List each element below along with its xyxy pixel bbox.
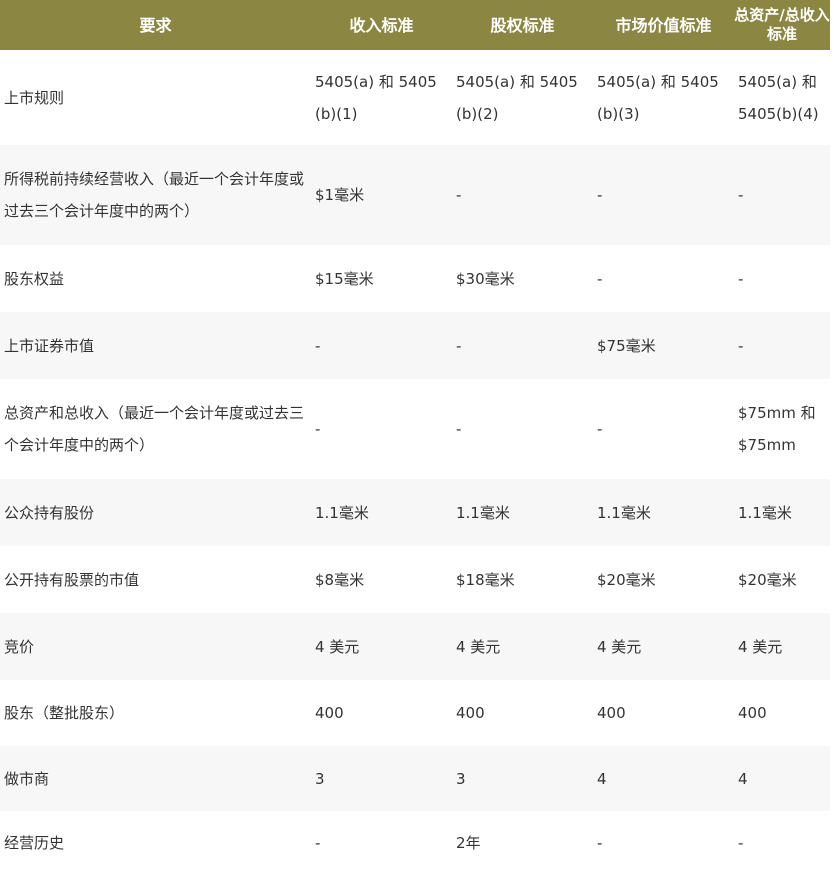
- header-market-value-standard: 市场价值标准: [615, 15, 712, 35]
- table-cell: $15毫米: [315, 269, 374, 288]
- table-cell: $75mm 和 $75mm: [738, 404, 816, 454]
- table-cell: 1.1毫米: [315, 503, 369, 522]
- header-requirement: 要求: [139, 15, 172, 35]
- table-cell: -: [315, 834, 321, 852]
- table-cell: $18毫米: [456, 570, 515, 589]
- table-row: 竞价 4 美元 4 美元 4 美元 4 美元: [0, 613, 830, 680]
- row-label: 股东权益: [4, 269, 65, 288]
- table-cell: -: [738, 834, 744, 852]
- table-row: 上市规则 5405(a) 和 5405(b)(1) 5405(a) 和 5405…: [0, 50, 830, 145]
- table-cell: 5405(a) 和 5405(b)(3): [597, 72, 719, 123]
- table-cell: 4: [738, 769, 748, 788]
- table-cell: -: [597, 420, 603, 438]
- row-label: 上市证券市值: [4, 336, 95, 355]
- header-row: 要求 收入标准 股权标准 市场价值标准 总资产/总收入标准: [0, 0, 830, 50]
- table-cell: 4 美元: [738, 637, 783, 656]
- table-cell: -: [597, 834, 603, 852]
- listing-requirements-table: 要求 收入标准 股权标准 市场价值标准 总资产/总收入标准 上市规则 5405(…: [0, 0, 830, 875]
- row-label: 总资产和总收入（最近一个会计年度或过去三个会计年度中的两个）: [4, 404, 305, 454]
- header-income-standard: 收入标准: [349, 15, 414, 35]
- table-cell: -: [456, 336, 462, 355]
- table-cell: 400: [738, 704, 767, 722]
- row-label: 上市规则: [4, 88, 65, 107]
- table-cell: 400: [597, 704, 626, 722]
- table-row: 所得税前持续经营收入（最近一个会计年度或过去三个会计年度中的两个） $1毫米 -…: [0, 145, 830, 245]
- table-cell: 400: [456, 704, 485, 722]
- table-cell: 5405(a) 和 5405(b)(4): [738, 72, 819, 123]
- table-cell: $20毫米: [597, 570, 656, 589]
- table-cell: 1.1毫米: [456, 503, 510, 522]
- table-cell: 4 美元: [597, 637, 642, 656]
- table-row: 上市证券市值 - - $75毫米 -: [0, 312, 830, 379]
- table-cell: -: [456, 420, 462, 438]
- row-label: 做市商: [4, 769, 50, 788]
- row-label: 公开持有股票的市值: [4, 570, 140, 589]
- table-cell: 1.1毫米: [738, 503, 792, 522]
- table-row: 股东权益 $15毫米 $30毫米 - -: [0, 245, 830, 312]
- table-row: 经营历史 - 2年 - -: [0, 811, 830, 875]
- table-cell: $1毫米: [315, 186, 365, 204]
- row-label: 公众持有股份: [4, 503, 95, 522]
- table-cell: -: [597, 186, 603, 204]
- table-cell: $75毫米: [597, 336, 656, 355]
- table-header: 要求 收入标准 股权标准 市场价值标准 总资产/总收入标准: [0, 0, 830, 50]
- table-cell: -: [597, 269, 603, 288]
- row-label: 股东（整批股东）: [4, 704, 125, 722]
- table-cell: -: [315, 420, 321, 438]
- table-cell: 2年: [456, 834, 481, 852]
- table-cell: 4 美元: [315, 637, 360, 656]
- header-total-assets-revenue-standard: 总资产/总收入标准: [734, 6, 830, 43]
- table-cell: $8毫米: [315, 570, 365, 589]
- table-cell: 5405(a) 和 5405(b)(2): [456, 72, 578, 123]
- table-cell: 4 美元: [456, 637, 501, 656]
- table-cell: 4: [597, 769, 607, 788]
- table-row: 公众持有股份 1.1毫米 1.1毫米 1.1毫米 1.1毫米: [0, 479, 830, 546]
- table-cell: -: [738, 336, 744, 355]
- table-row: 做市商 3 3 4 4: [0, 746, 830, 811]
- row-label: 竞价: [4, 637, 35, 656]
- table-cell: -: [738, 186, 744, 204]
- table-cell: -: [738, 269, 744, 288]
- table-cell: $30毫米: [456, 269, 515, 288]
- table-cell: 1.1毫米: [597, 503, 651, 522]
- header-equity-standard: 股权标准: [490, 15, 555, 35]
- table-cell: 5405(a) 和 5405(b)(1): [315, 72, 437, 123]
- table-cell: 400: [315, 704, 344, 722]
- table-body: 上市规则 5405(a) 和 5405(b)(1) 5405(a) 和 5405…: [0, 50, 830, 875]
- table-row: 公开持有股票的市值 $8毫米 $18毫米 $20毫米 $20毫米: [0, 546, 830, 613]
- table-row: 总资产和总收入（最近一个会计年度或过去三个会计年度中的两个） - - - $75…: [0, 379, 830, 479]
- table-cell: 3: [456, 769, 466, 788]
- row-label: 经营历史: [4, 834, 65, 852]
- table-row: 股东（整批股东） 400 400 400 400: [0, 680, 830, 746]
- table-cell: 3: [315, 769, 325, 788]
- table-cell: -: [456, 186, 462, 204]
- table-cell: -: [315, 336, 321, 355]
- table-cell: $20毫米: [738, 570, 797, 589]
- row-label: 所得税前持续经营收入（最近一个会计年度或过去三个会计年度中的两个）: [4, 170, 305, 220]
